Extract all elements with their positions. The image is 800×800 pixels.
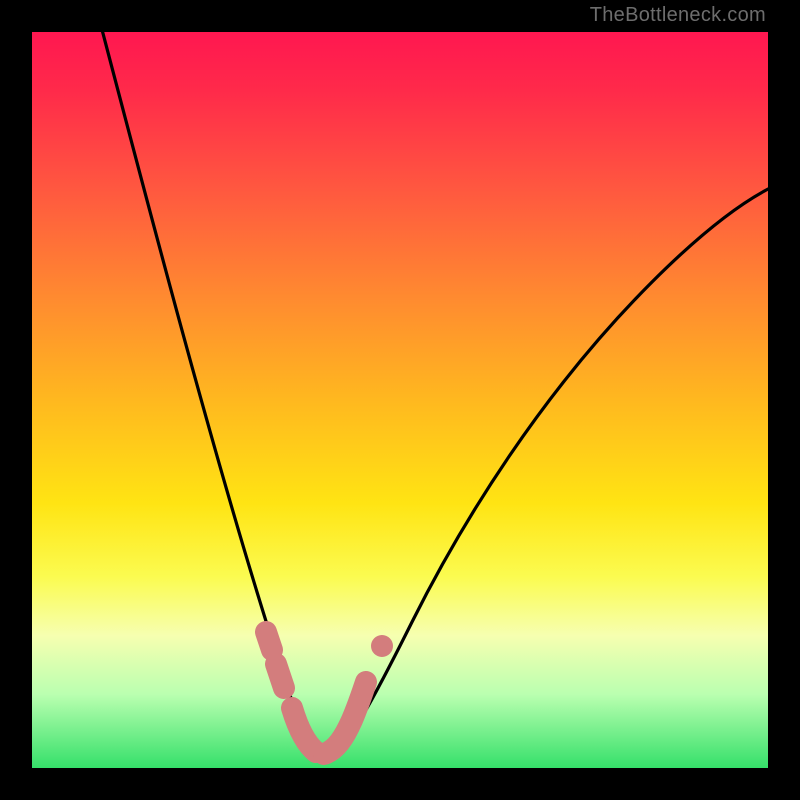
highlight-dot-upper-right — [371, 635, 393, 657]
highlight-segment-left — [266, 632, 284, 688]
bottleneck-curve — [100, 22, 772, 754]
highlight-segment-bottom-left — [292, 708, 316, 752]
watermark-text: TheBottleneck.com — [590, 4, 766, 27]
chart-svg — [32, 32, 768, 768]
highlight-segment-bottom-right — [324, 682, 366, 754]
plot-area — [32, 32, 768, 768]
chart-frame: TheBottleneck.com — [0, 0, 800, 800]
